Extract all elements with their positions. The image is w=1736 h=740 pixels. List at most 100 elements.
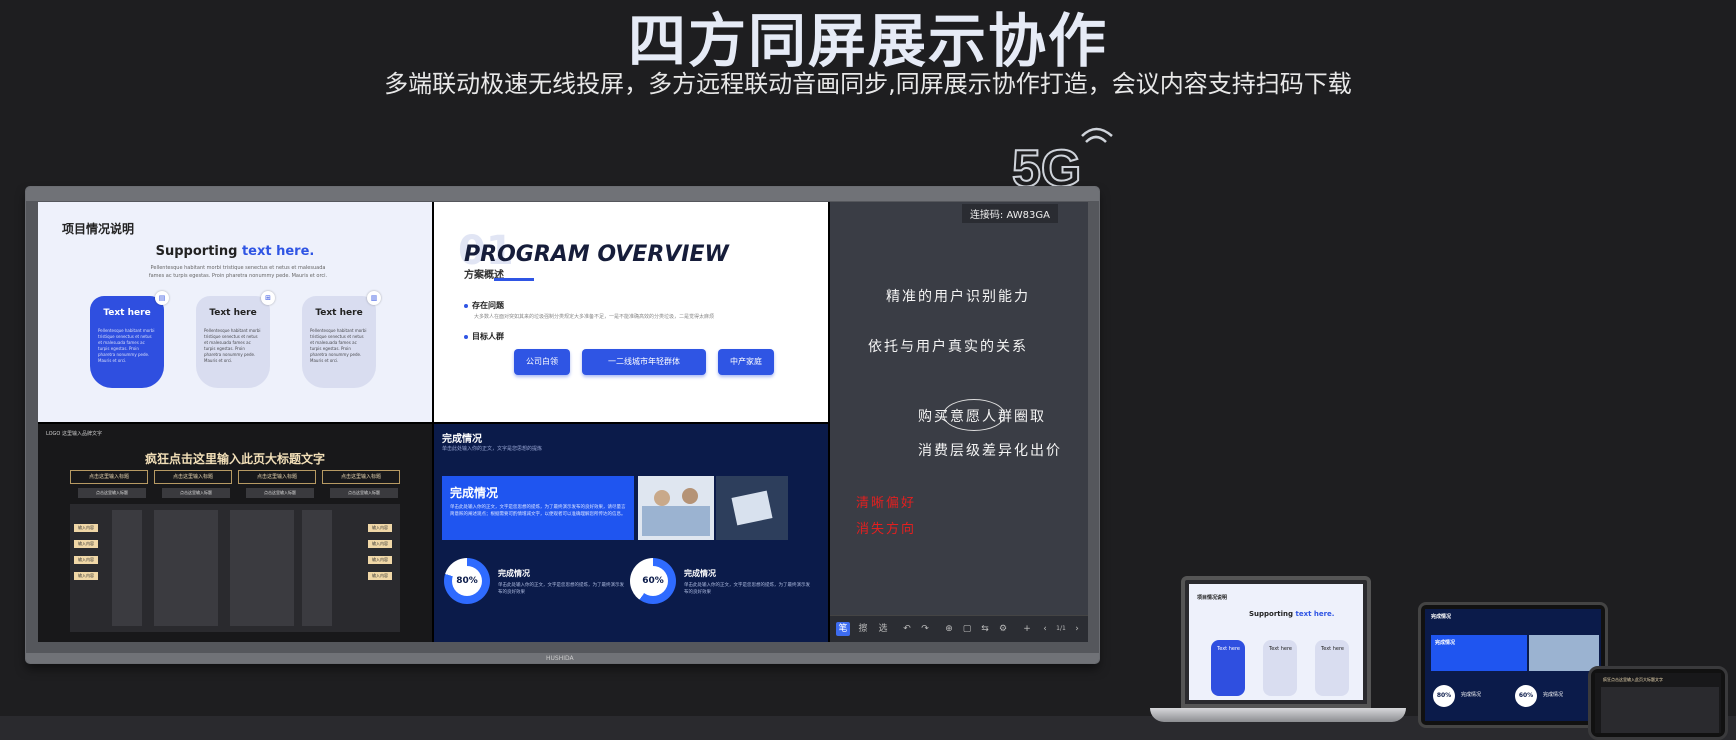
- panel-heading: 项目情况说明: [62, 222, 135, 236]
- laptop-supporting: Supporting text here.: [1249, 610, 1335, 618]
- flow-tag: 输入内容: [74, 540, 98, 548]
- split-panel-overview[interactable]: 01 PROGRAM OVERVIEW 方案概述 存在问题 大多数人在面对突如其…: [434, 202, 828, 422]
- add-tool[interactable]: ⊕: [942, 622, 956, 636]
- display-screen: 项目情况说明 Supporting text here. Pellentesqu…: [38, 202, 1088, 642]
- handwriting-red: 清晰偏好: [856, 496, 917, 511]
- status-title: 完成情况: [442, 434, 482, 445]
- status-box-title: 完成情况: [450, 486, 499, 500]
- whiteboard-toolbar: 笔 擦 选 ↶ ↷ ⊕ ▢ ⇆ ⚙ + ‹ 1/1 ›: [830, 615, 1088, 642]
- tablet-title: 完成情况: [1431, 614, 1452, 620]
- tablet-box: 完成情况: [1431, 635, 1527, 671]
- progress-value: 80%: [452, 566, 482, 596]
- overview-title: PROGRAM OVERVIEW: [464, 242, 729, 267]
- flow-tag: 输入内容: [368, 524, 392, 532]
- eraser-tool[interactable]: 擦: [856, 622, 870, 636]
- store-icon: ▥: [367, 291, 381, 305]
- laptop-screen: 项目情况说明 Supporting text here. Text here T…: [1189, 584, 1363, 700]
- folder-tool[interactable]: ▢: [960, 622, 974, 636]
- phone-screen: 疯狂点击这里输入此页大标题文字: [1595, 673, 1721, 733]
- select-tool[interactable]: 选: [876, 622, 890, 636]
- card-body: Pellentesque habitant morbi tristique se…: [310, 328, 367, 363]
- settings-tool[interactable]: ⚙: [996, 622, 1010, 636]
- redo-button[interactable]: ↷: [918, 622, 932, 636]
- flow-tag: 输入内容: [74, 572, 98, 580]
- next-page-button[interactable]: ›: [1070, 622, 1084, 636]
- whiteboard-panel[interactable]: 连接码: AW83GA 精准的用户识别能力 依托与用户真实的关系 购买意愿人群圈…: [830, 202, 1088, 642]
- flow-sub-cell: 点击这里输入标题: [246, 488, 314, 498]
- card-body: Pellentesque habitant morbi tristique se…: [204, 328, 261, 363]
- title-underline: [494, 278, 534, 281]
- undo-button[interactable]: ↶: [900, 622, 914, 636]
- info-card: ▥ Text here Pellentesque habitant morbi …: [302, 291, 381, 388]
- tablet-screen: 完成情况 完成情况 80% 完成情况 60% 完成情况: [1425, 609, 1601, 721]
- laptop-card: Text here: [1263, 640, 1297, 696]
- audience-pill: 一二线城市年轻群体: [582, 349, 706, 375]
- flow-tag: 输入内容: [368, 540, 392, 548]
- info-card: ▤ Text here Pellentesque habitant morbi …: [90, 291, 169, 388]
- phone-device: 疯狂点击这里输入此页大标题文字: [1588, 666, 1728, 740]
- flow-sub-cell: 点击这里输入标题: [78, 488, 146, 498]
- flow-tag: 输入内容: [368, 556, 392, 564]
- flow-header-cell: 点击这里输入标题: [322, 470, 400, 484]
- flow-column: [112, 510, 142, 626]
- flow-column: [154, 510, 218, 626]
- pen-tool[interactable]: 笔: [836, 622, 850, 636]
- phone-grid: [1601, 687, 1719, 733]
- problem-label: 存在问题: [464, 300, 504, 311]
- stat-body: 单击此处输入你的正文，文字是您思想的提炼，为了最终演示发布的良好效果: [684, 583, 810, 595]
- prev-page-button[interactable]: ‹: [1038, 622, 1052, 636]
- card-body: Pellentesque habitant morbi tristique se…: [98, 328, 155, 363]
- audience-label: 目标人群: [464, 331, 504, 342]
- flow-header-row: 点击这里输入标题 点击这里输入标题 点击这里输入标题 点击这里输入标题: [70, 470, 400, 484]
- flow-tag: 输入内容: [74, 524, 98, 532]
- supporting-text: Supporting text here.: [155, 244, 315, 259]
- tablet-photo: [716, 476, 788, 540]
- phone-title: 疯狂点击这里输入此页大标题文字: [1603, 677, 1663, 682]
- tablet-stat-title: 完成情况: [1461, 692, 1482, 698]
- page-subtitle: 多端联动极速无线投屏，多方远程联动音画同步,同屏展示协作打造，会议内容支持扫码下…: [384, 70, 1352, 98]
- handwriting-line: 消费层级差异化出价: [918, 443, 1062, 459]
- problem-desc: 大多数人在面对突如其来的垃圾强制分类规定大多准备不足，一是不能准确高效的分类垃圾…: [474, 314, 715, 320]
- connection-code: 连接码: AW83GA: [961, 204, 1058, 223]
- handwriting-line: 精准的用户识别能力: [886, 289, 1030, 305]
- share-tool[interactable]: ⇆: [978, 622, 992, 636]
- info-card: ⊞ Text here Pellentesque habitant morbi …: [196, 291, 275, 388]
- stat-title: 完成情况: [498, 569, 530, 578]
- tablet-photo: [1529, 635, 1599, 671]
- flow-header-cell: 点击这里输入标题: [70, 470, 148, 484]
- audience-pill: 中产家庭: [718, 349, 774, 375]
- progress-ring: 60%: [630, 558, 676, 604]
- brand-logo: LOGO 这里输入品牌文字: [46, 431, 102, 437]
- flow-tag: 输入内容: [74, 556, 98, 564]
- tablet-ring: 80%: [1433, 685, 1455, 707]
- split-panel-project[interactable]: 项目情况说明 Supporting text here. Pellentesqu…: [38, 202, 432, 422]
- audience-pill: 公司白领: [514, 349, 570, 375]
- flow-column: [230, 510, 294, 626]
- flow-sub-cell: 点击这里输入标题: [330, 488, 398, 498]
- interactive-display: 项目情况说明 Supporting text here. Pellentesqu…: [26, 187, 1099, 663]
- flow-header-cell: 点击这里输入标题: [238, 470, 316, 484]
- stat-body: 单击此处输入你的正文，文字是您思想的提炼，为了最终演示发布的良好效果: [498, 583, 624, 595]
- split-panel-flow[interactable]: LOGO 这里输入品牌文字 疯狂点击这里输入此页大标题文字 点击这里输入标题 点…: [38, 424, 432, 642]
- laptop-device: 项目情况说明 Supporting text here. Text here T…: [1181, 576, 1371, 708]
- flow-column: [302, 510, 332, 626]
- flow-grid: 输入内容 输入内容 输入内容 输入内容 输入内容 输入内容 输入内容 输入内容: [70, 504, 400, 632]
- 5g-icon: 5G: [1012, 127, 1113, 192]
- display-top-bezel: [26, 187, 1099, 201]
- flow-sub-row: 点击这里输入标题 点击这里输入标题 点击这里输入标题 点击这里输入标题: [78, 488, 398, 498]
- card-title: Text here: [103, 308, 151, 318]
- tablet-device: 完成情况 完成情况 80% 完成情况 60% 完成情况: [1418, 602, 1608, 728]
- panel-description: Pellentesque habitant morbi tristique se…: [148, 265, 328, 279]
- tablet-stat-title: 完成情况: [1543, 692, 1564, 698]
- laptop-card: Text here: [1315, 640, 1349, 696]
- flow-sub-cell: 点击这里输入标题: [162, 488, 230, 498]
- new-page-button[interactable]: +: [1020, 622, 1034, 636]
- network-icon: ⊞: [261, 291, 275, 305]
- laptop-base: [1150, 708, 1406, 722]
- status-box-body: 单击此处输入你的正文，文字是您思想的提炼，为了最终演示发布的良好效果，请尽量言简…: [450, 505, 626, 517]
- split-panel-status[interactable]: 完成情况 单击此处输入你的正文，文字是您思想的提炼 完成情况 单击此处输入你的正…: [434, 424, 828, 642]
- status-subtitle: 单击此处输入你的正文，文字是您思想的提炼: [442, 446, 543, 452]
- brand-label: HUSHIDA: [546, 655, 574, 662]
- flow-header-cell: 点击这里输入标题: [154, 470, 232, 484]
- display-bottom-bezel: HUSHIDA: [26, 653, 1099, 663]
